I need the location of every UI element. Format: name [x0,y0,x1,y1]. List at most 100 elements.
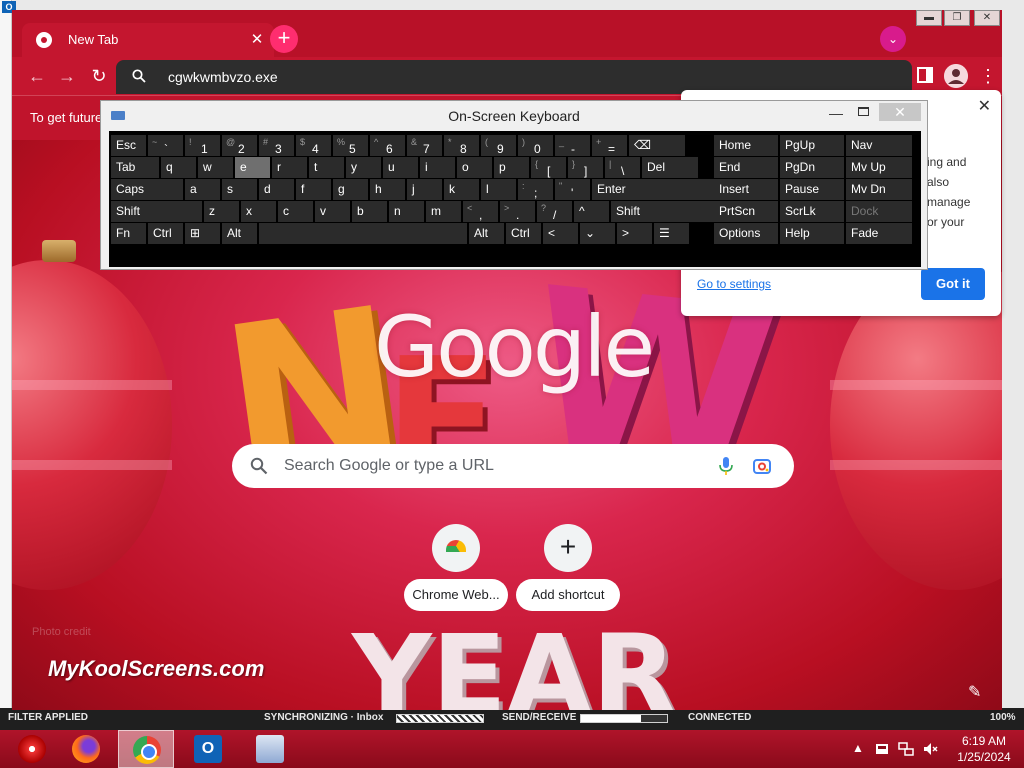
show-hidden-icons-icon[interactable]: ▲ [850,741,866,757]
key-3[interactable]: #3 [259,135,294,156]
key-n[interactable]: n [389,201,424,222]
key-semicolon[interactable]: :; [518,179,553,200]
key-m[interactable]: m [426,201,461,222]
add-shortcut-button[interactable]: + Add shortcut [516,524,620,614]
key-menu[interactable]: ☰ [654,223,689,244]
key-s[interactable]: s [222,179,257,200]
key-z[interactable]: z [204,201,239,222]
network-icon[interactable] [898,741,914,757]
key-nav[interactable]: Nav [846,135,912,156]
key-b[interactable]: b [352,201,387,222]
key-up-arrow[interactable]: ^ [574,201,609,222]
key-9[interactable]: (9 [481,135,516,156]
go-to-settings-link[interactable]: Go to settings [697,277,771,291]
key-u[interactable]: u [383,157,418,178]
tab-search-dropdown-icon[interactable]: ⌄ [880,26,906,52]
key-q[interactable]: q [161,157,196,178]
maximize-button[interactable]: ❐ [944,10,970,26]
osk-maximize-button[interactable] [858,107,869,116]
osk-titlebar[interactable]: On-Screen Keyboard — ✕ [101,101,927,131]
key-5[interactable]: % 5 [333,135,368,156]
side-panel-icon[interactable] [916,66,934,84]
key-ctrl[interactable]: Ctrl [148,223,183,244]
key-period[interactable]: >. [500,201,535,222]
key-o[interactable]: o [457,157,492,178]
tab-new-tab[interactable]: New Tab ✕ [22,23,274,57]
got-it-button[interactable]: Got it [921,268,985,300]
key-k[interactable]: k [444,179,479,200]
key-esc[interactable]: Esc [111,135,146,156]
key-alt[interactable]: Alt [222,223,257,244]
key-pgdn[interactable]: PgDn [780,157,844,178]
key-fn[interactable]: Fn [111,223,146,244]
osk-minimize-button[interactable]: — [829,105,843,121]
key-end[interactable]: End [714,157,778,178]
refresh-icon[interactable]: ↻ [88,65,110,87]
key-dock[interactable]: Dock [846,201,912,222]
customize-pencil-icon[interactable]: ✎ [968,682,986,701]
account-avatar-icon[interactable] [944,64,968,88]
key-shift[interactable]: Shift [111,201,202,222]
minimize-button[interactable]: ▬ [916,10,942,26]
key-4[interactable]: $4 [296,135,331,156]
key-enter[interactable]: Enter [592,179,721,200]
popup-close-icon[interactable]: ✕ [978,96,991,116]
key-del[interactable]: Del [642,157,698,178]
key-v[interactable]: v [315,201,350,222]
key-backslash[interactable]: | \ [605,157,640,178]
key-help[interactable]: Help [780,223,844,244]
ntp-search-box[interactable]: Search Google or type a URL [232,444,794,488]
key-right-arrow[interactable]: > [617,223,652,244]
back-icon[interactable]: ← [26,65,48,87]
key-y[interactable]: y [346,157,381,178]
key-home[interactable]: Home [714,135,778,156]
key-h[interactable]: h [370,179,405,200]
tab-close-icon[interactable]: ✕ [248,30,266,48]
clock-date[interactable]: 1/25/2024 [944,750,1024,764]
key-left-arrow[interactable]: < [543,223,578,244]
key-minus[interactable]: _ - [555,135,590,156]
taskbar-on-screen-keyboard[interactable] [242,730,298,768]
key-quote[interactable]: " ' [555,179,590,200]
close-button[interactable]: ✕ [974,10,1000,26]
key-windows[interactable]: ⊞ [185,223,220,244]
key-a[interactable]: a [185,179,220,200]
key-scrlk[interactable]: ScrLk [780,201,844,222]
key-r[interactable]: r [272,157,307,178]
key-prtscn[interactable]: PrtScn [714,201,778,222]
key-i[interactable]: i [420,157,455,178]
action-center-icon[interactable] [874,741,890,757]
clock-time[interactable]: 6:19 AM [944,734,1024,748]
key-d[interactable]: d [259,179,294,200]
taskbar-outlook[interactable]: O [180,730,236,768]
key-slash[interactable]: ? / [537,201,572,222]
key-w[interactable]: w [198,157,233,178]
key-7[interactable]: & 7 [407,135,442,156]
key-ctrl[interactable]: Ctrl [506,223,541,244]
key-c[interactable]: c [278,201,313,222]
key-insert[interactable]: Insert [714,179,778,200]
key-backspace[interactable]: ⌫ [629,135,685,156]
key-e[interactable]: e [235,157,270,178]
key-shift[interactable]: Shift [611,201,721,222]
key-pgup[interactable]: PgUp [780,135,844,156]
key-1[interactable]: ! 1 [185,135,220,156]
forward-icon[interactable]: → [56,65,78,87]
taskbar-firefox[interactable] [58,730,114,768]
key-pause[interactable]: Pause [780,179,844,200]
address-bar[interactable]: cgwkwmbvzo.exe [116,60,912,94]
new-tab-button[interactable]: + [270,25,298,53]
chrome-menu-icon[interactable]: ⋮ [978,63,998,89]
google-lens-icon[interactable] [752,456,772,476]
key-0[interactable]: ) 0 [518,135,553,156]
key-g[interactable]: g [333,179,368,200]
key-8[interactable]: * 8 [444,135,479,156]
start-button[interactable] [4,730,60,768]
key-close-bracket[interactable]: }] [568,157,603,178]
microphone-icon[interactable] [718,456,734,476]
key-down-arrow[interactable]: ⌄ [580,223,615,244]
taskbar-chrome[interactable] [118,730,174,768]
key-x[interactable]: x [241,201,276,222]
key-backtick[interactable]: ~ ` [148,135,183,156]
key-mv-dn[interactable]: Mv Dn [846,179,912,200]
